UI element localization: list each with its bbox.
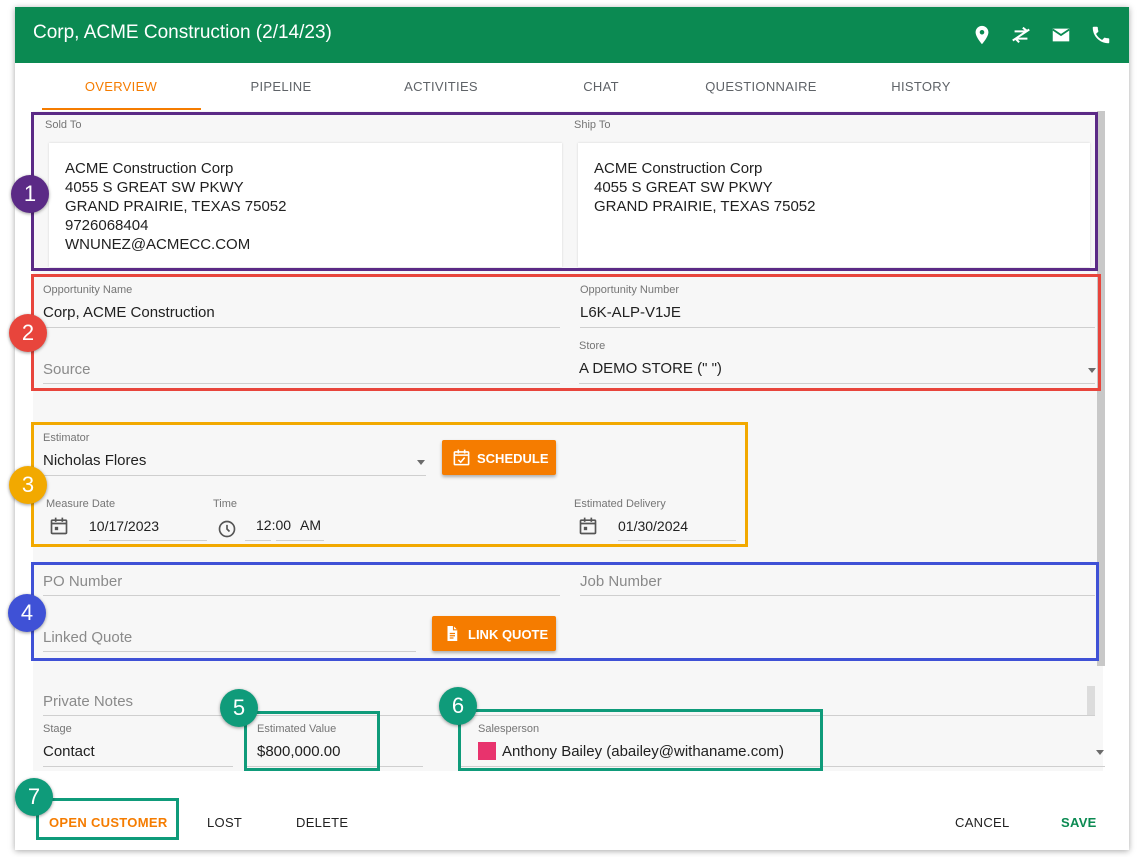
annotation-badge-1: 1 (11, 175, 49, 213)
divider (43, 766, 233, 767)
tab-chat[interactable]: CHAT (521, 79, 681, 94)
annotation-badge-6: 6 (439, 687, 477, 725)
stage-field[interactable]: Contact (43, 743, 95, 760)
annotation-badge-3: 3 (9, 466, 47, 504)
lost-button[interactable]: LOST (207, 815, 242, 830)
active-tab-indicator (42, 108, 201, 110)
annotation-box-6 (458, 709, 823, 771)
annotation-box-3 (31, 422, 748, 547)
delete-button[interactable]: DELETE (296, 815, 348, 830)
dialog-header: Corp, ACME Construction (2/14/23) (15, 7, 1129, 63)
annotation-badge-7: 7 (15, 778, 53, 816)
annotation-badge-2: 2 (9, 314, 47, 352)
tab-activities[interactable]: ACTIVITIES (361, 79, 521, 94)
annotation-box-1 (31, 112, 1098, 271)
phone-icon[interactable] (1090, 24, 1112, 46)
annotation-box-5 (244, 711, 380, 771)
directions-icon[interactable] (1010, 24, 1032, 46)
cancel-button[interactable]: CANCEL (955, 815, 1010, 830)
location-pin-icon[interactable] (971, 24, 993, 46)
dropdown-caret-icon[interactable] (1096, 750, 1104, 755)
annotation-box-7 (36, 798, 179, 840)
tab-bar: OVERVIEW PIPELINE ACTIVITIES CHAT QUESTI… (15, 63, 1129, 111)
email-icon[interactable] (1050, 24, 1072, 46)
annotation-box-4 (31, 562, 1099, 661)
annotation-badge-4: 4 (8, 594, 46, 632)
annotation-box-2 (31, 274, 1101, 391)
notes-resize-handle[interactable] (1087, 686, 1095, 716)
private-notes-input[interactable]: Private Notes (43, 693, 133, 710)
annotation-badge-5: 5 (220, 689, 258, 727)
tab-questionnaire[interactable]: QUESTIONNAIRE (681, 79, 841, 94)
stage-label: Stage (43, 723, 72, 735)
tab-pipeline[interactable]: PIPELINE (201, 79, 361, 94)
tab-history[interactable]: HISTORY (841, 79, 1001, 94)
save-button[interactable]: SAVE (1061, 815, 1097, 830)
dialog-title: Corp, ACME Construction (2/14/23) (33, 22, 332, 43)
tab-overview[interactable]: OVERVIEW (41, 79, 201, 94)
